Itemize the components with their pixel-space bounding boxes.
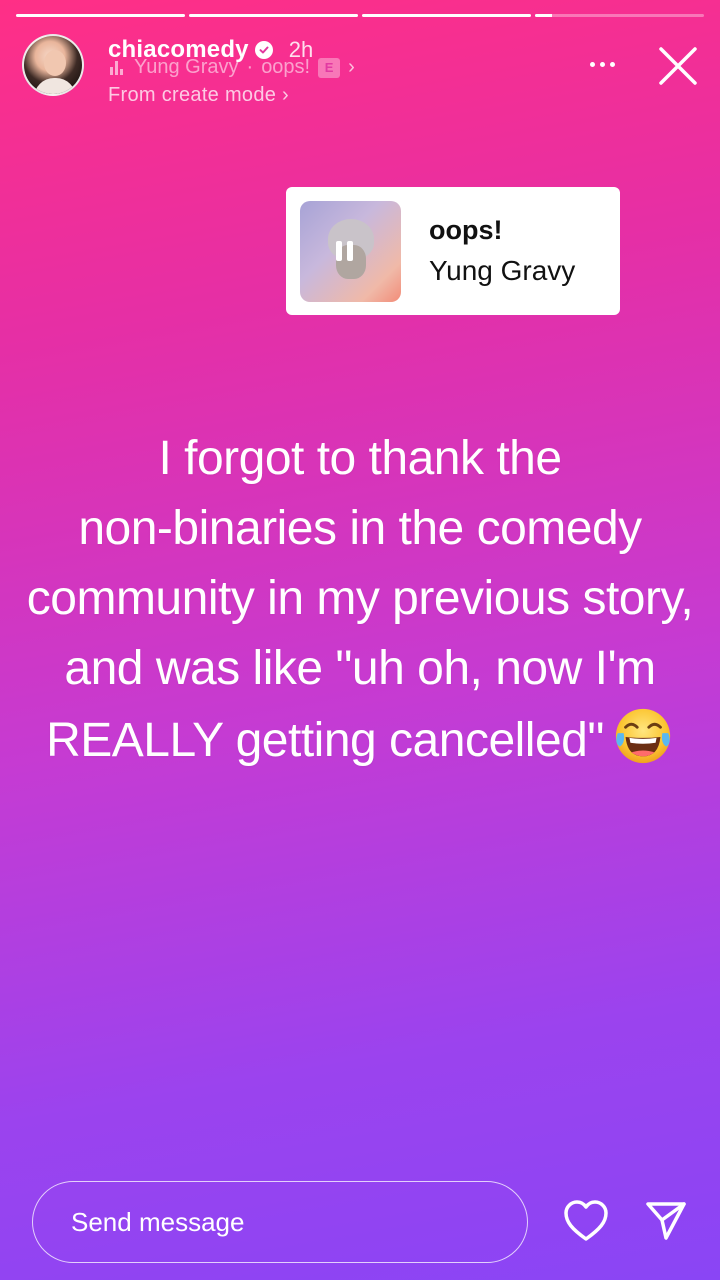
pause-icon (336, 240, 353, 261)
sticker-song: oops! (429, 215, 503, 245)
music-artist: Yung Gravy (134, 56, 239, 78)
story-text: I forgot to thank the non-binaries in th… (20, 424, 700, 776)
progress-segment (16, 14, 185, 17)
progress-segment (189, 14, 358, 17)
music-separator: · (246, 56, 254, 78)
music-bars-icon (110, 60, 126, 75)
explicit-badge: E (318, 57, 341, 78)
music-song: oops! (261, 56, 311, 78)
more-icon[interactable] (584, 54, 620, 74)
story-text-line-last: REALLY getting cancelled" (20, 704, 700, 776)
story-text-line: REALLY getting cancelled" (46, 714, 604, 767)
story-header: chiacomedy 2h Yung Gravy · oops! E › Fro… (22, 34, 700, 107)
story-text-line: and was like "uh oh, now I'm (64, 642, 656, 695)
progress-segment-current (535, 14, 704, 17)
story-text-line: I forgot to thank the (158, 432, 562, 485)
sticker-artist: Yung Gravy (429, 255, 576, 286)
create-mode-link[interactable]: From create mode › (108, 84, 289, 107)
progress-segment (362, 14, 531, 17)
album-art (300, 200, 401, 302)
music-attribution[interactable]: Yung Gravy · oops! E › (110, 56, 355, 79)
story-text-line: non-binaries in the comedy (78, 502, 642, 555)
send-icon[interactable] (644, 1198, 688, 1242)
story-text-line: community in my previous story, (26, 572, 694, 625)
laughing-emoji-icon (615, 708, 671, 764)
heart-icon[interactable] (562, 1198, 610, 1244)
send-message-input[interactable]: Send message (32, 1181, 528, 1263)
music-sticker[interactable]: oops! Yung Gravy (286, 187, 620, 315)
close-icon[interactable] (656, 44, 700, 88)
avatar[interactable] (22, 34, 84, 96)
story-progress (16, 14, 704, 18)
chevron-right-icon: › (348, 56, 355, 78)
